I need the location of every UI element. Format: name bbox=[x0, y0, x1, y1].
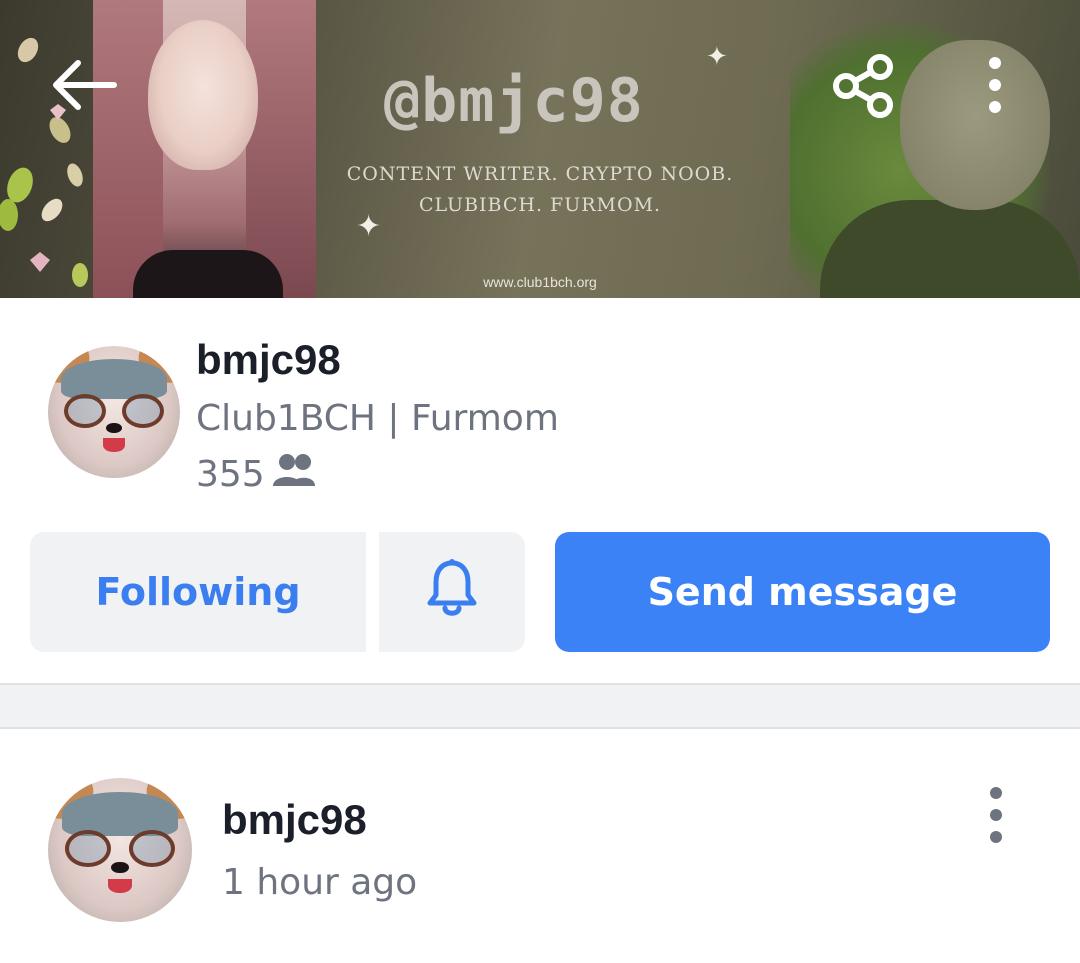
sparkle-icon: ✦ bbox=[356, 209, 382, 244]
banner-tagline-2: CLUBIBCH. FURMOM. bbox=[418, 194, 662, 216]
banner-handle: @bmjc98 bbox=[384, 66, 644, 136]
sparkle-icon: ✦ bbox=[706, 42, 728, 72]
banner-tagline: CONTENT WRITER. CRYPTO NOOB. bbox=[346, 163, 734, 185]
banner-photo bbox=[93, 0, 316, 298]
follower-count[interactable]: 355 bbox=[196, 452, 317, 497]
cover-banner: @bmjc98 CONTENT WRITER. CRYPTO NOOB. CLU… bbox=[0, 0, 1080, 298]
profile-name: bmjc98 bbox=[196, 336, 341, 383]
notification-bell-button[interactable] bbox=[379, 532, 525, 652]
more-vertical-icon[interactable] bbox=[982, 56, 1008, 114]
banner-cartoon bbox=[790, 0, 1080, 298]
post-author-avatar[interactable] bbox=[48, 778, 192, 922]
back-arrow-icon[interactable] bbox=[48, 56, 120, 114]
following-button[interactable]: Following bbox=[30, 532, 366, 652]
share-icon[interactable] bbox=[832, 54, 898, 118]
profile-bio: Club1BCH | Furmom bbox=[196, 398, 559, 439]
post-more-icon[interactable] bbox=[983, 786, 1009, 844]
people-icon bbox=[271, 452, 317, 497]
post-timestamp: 1 hour ago bbox=[222, 862, 418, 903]
bell-icon bbox=[424, 557, 480, 628]
section-divider bbox=[0, 683, 1080, 729]
banner-url: www.club1bch.org bbox=[483, 274, 597, 290]
send-message-button[interactable]: Send message bbox=[555, 532, 1050, 652]
post-author-name[interactable]: bmjc98 bbox=[222, 796, 367, 844]
avatar[interactable] bbox=[48, 346, 180, 478]
follower-count-value: 355 bbox=[196, 454, 265, 495]
